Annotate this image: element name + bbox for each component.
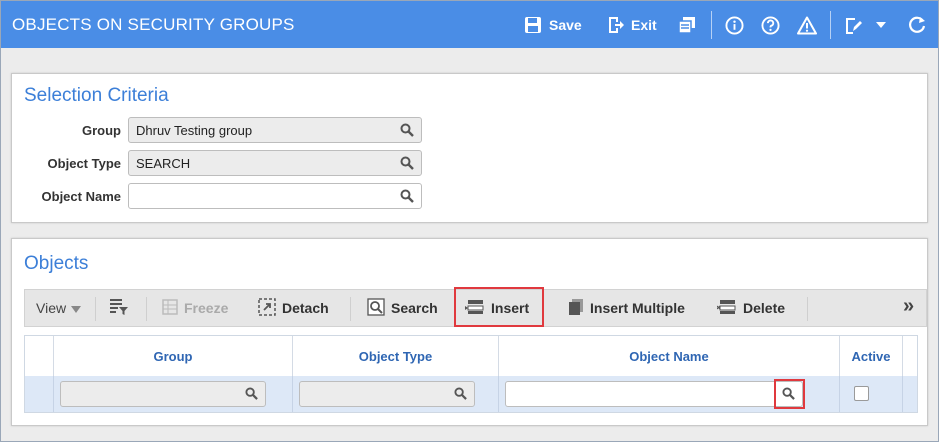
insert-icon xyxy=(465,299,485,318)
save-button[interactable]: Save xyxy=(524,13,582,37)
scrollbar-header xyxy=(903,336,917,376)
toolbar-divider xyxy=(807,297,808,321)
group-column-header[interactable]: Group xyxy=(54,336,293,376)
search-icon[interactable] xyxy=(454,387,467,403)
edit-icon xyxy=(844,16,863,35)
freeze-button[interactable]: Freeze xyxy=(162,290,228,326)
chevron-down-icon xyxy=(71,300,82,316)
group-field[interactable]: Dhruv Testing group xyxy=(128,117,422,143)
selection-criteria-title: Selection Criteria xyxy=(24,85,169,106)
object-type-field[interactable]: SEARCH xyxy=(128,150,422,176)
detach-label: Detach xyxy=(282,300,329,316)
search-label: Search xyxy=(391,300,438,316)
active-checkbox[interactable] xyxy=(854,386,869,401)
grid-toolbar: View Freeze Detach Search Insert Insert … xyxy=(24,287,927,327)
group-label: Group xyxy=(82,123,121,138)
delete-label: Delete xyxy=(743,300,786,316)
object-type-value: SEARCH xyxy=(136,156,191,171)
filter-button[interactable] xyxy=(109,290,129,326)
more-toolbar-button[interactable]: » xyxy=(903,288,914,324)
dropdown-icon xyxy=(875,20,887,30)
edit-button[interactable] xyxy=(844,13,863,37)
insert-button[interactable]: Insert xyxy=(465,290,529,326)
page-title: OBJECTS ON SECURITY GROUPS xyxy=(12,15,295,34)
group-cell-input[interactable] xyxy=(60,381,266,407)
copy-icon xyxy=(678,16,696,34)
refresh-icon xyxy=(907,15,927,35)
copy-button[interactable] xyxy=(678,13,696,37)
object-name-cell xyxy=(499,376,840,412)
active-column-header[interactable]: Active xyxy=(840,336,903,376)
insert-multiple-button[interactable]: Insert Multiple xyxy=(568,290,685,326)
search-icon xyxy=(367,297,385,319)
object-type-cell xyxy=(293,376,499,412)
table-row[interactable] xyxy=(25,376,917,412)
filter-icon xyxy=(109,298,129,319)
object-name-field[interactable] xyxy=(128,183,422,209)
object-type-cell-input[interactable] xyxy=(299,381,475,407)
row-selector[interactable] xyxy=(25,376,54,412)
app-header: OBJECTS ON SECURITY GROUPS Save Exit xyxy=(1,1,938,48)
info-icon xyxy=(725,15,744,35)
delete-button[interactable]: Delete xyxy=(716,290,786,326)
search-icon[interactable] xyxy=(400,123,414,140)
objects-title: Objects xyxy=(24,253,89,274)
object-name-column-header[interactable]: Object Name xyxy=(499,336,840,376)
search-icon[interactable] xyxy=(400,156,414,173)
delete-icon xyxy=(716,299,737,318)
objects-panel: Objects View Freeze Detach Search Insert… xyxy=(11,238,928,426)
row-selector-header xyxy=(25,336,54,376)
selection-criteria-panel: Selection Criteria Group Dhruv Testing g… xyxy=(11,73,928,223)
group-value: Dhruv Testing group xyxy=(136,123,253,138)
object-name-label: Object Name xyxy=(41,189,121,204)
active-cell xyxy=(840,376,903,412)
insert-label: Insert xyxy=(491,300,530,316)
toolbar-divider xyxy=(146,297,147,321)
save-label: Save xyxy=(549,17,582,33)
freeze-label: Freeze xyxy=(184,300,229,316)
header-divider xyxy=(711,11,712,39)
search-icon[interactable] xyxy=(400,189,414,206)
object-type-column-header[interactable]: Object Type xyxy=(293,336,499,376)
object-type-label: Object Type xyxy=(47,156,121,171)
refresh-button[interactable] xyxy=(907,13,927,37)
view-label: View xyxy=(36,300,67,316)
freeze-icon xyxy=(162,298,178,318)
header-divider xyxy=(830,11,831,39)
detach-icon xyxy=(258,297,276,319)
exit-button[interactable]: Exit xyxy=(607,13,657,37)
search-icon[interactable] xyxy=(245,387,258,403)
warning-icon xyxy=(797,16,817,35)
exit-label: Exit xyxy=(631,17,657,33)
insert-multiple-label: Insert Multiple xyxy=(590,300,685,316)
toolbar-divider xyxy=(350,297,351,321)
objects-grid: Group Object Type Object Name Active xyxy=(24,335,918,413)
more-dropdown[interactable] xyxy=(875,13,887,37)
exit-icon xyxy=(607,16,625,34)
search-icon-highlight-box xyxy=(774,379,805,409)
detach-button[interactable]: Detach xyxy=(258,290,329,326)
info-button[interactable] xyxy=(725,13,744,37)
help-button[interactable] xyxy=(761,13,780,37)
search-button[interactable]: Search xyxy=(367,290,438,326)
help-icon xyxy=(761,15,780,35)
toolbar-divider xyxy=(95,297,96,321)
group-cell xyxy=(54,376,293,412)
object-name-cell-input[interactable] xyxy=(505,381,803,407)
warning-button[interactable] xyxy=(797,13,817,37)
insert-multiple-icon xyxy=(568,298,584,319)
view-menu[interactable]: View xyxy=(36,290,82,326)
save-icon xyxy=(524,16,542,34)
